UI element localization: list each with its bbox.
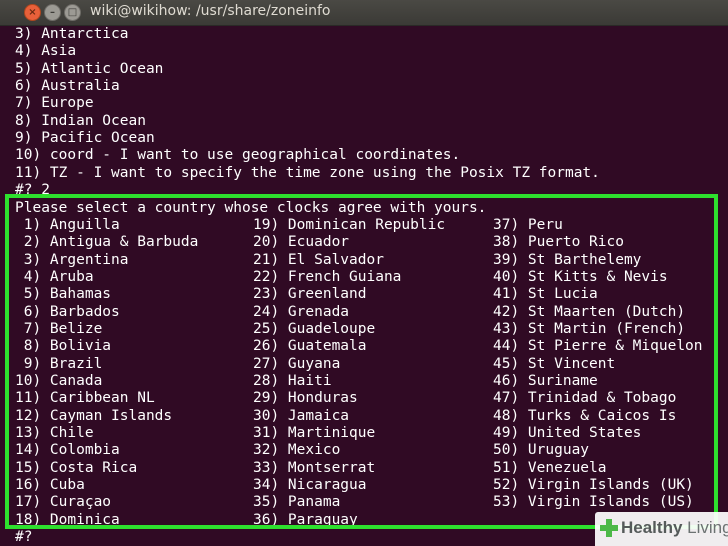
country-option: 20) Ecuador <box>253 234 350 251</box>
country-option: 48) Turks & Caicos Is <box>493 407 677 424</box>
country-option: 17) Curaçao <box>15 494 112 511</box>
output-line: 4) Asia <box>15 43 77 60</box>
output-line: 8) Indian Ocean <box>15 112 146 129</box>
country-option: 2) Antigua & Barbuda <box>15 234 199 251</box>
country-option: 34) Nicaragua <box>253 477 367 494</box>
watermark-logo: Healthy Living <box>595 512 728 546</box>
output-line: 3) Antarctica <box>15 26 129 42</box>
country-option: 26) Guatemala <box>253 338 367 355</box>
country-option: 49) United States <box>493 425 642 442</box>
output-line: 10) coord - I want to use geographical c… <box>15 147 461 164</box>
country-option: 5) Bahamas <box>15 286 112 303</box>
country-option: 42) St Maarten (Dutch) <box>493 303 686 320</box>
close-window-button[interactable]: × <box>24 4 41 21</box>
country-option: 4) Aruba <box>15 268 94 285</box>
country-option: 8) Bolivia <box>15 338 112 355</box>
maximize-icon: □ <box>67 7 78 18</box>
country-option: 10) Canada <box>15 373 103 389</box>
country-option: 12) Cayman Islands <box>15 407 173 424</box>
watermark-brand-bold: Healthy <box>621 518 683 537</box>
country-option: 21) El Salvador <box>253 251 384 268</box>
watermark-text: Healthy Living <box>621 518 728 538</box>
country-option: 52) Virgin Islands (UK) <box>493 477 694 494</box>
country-option: 14) Colombia <box>15 442 120 459</box>
output-line: #? 2 <box>15 182 50 199</box>
minimize-window-button[interactable]: – <box>44 4 61 21</box>
country-option: 44) St Pierre & Miquelon <box>493 338 703 355</box>
country-option: 23) Greenland <box>253 286 367 303</box>
country-prompt-header: Please select a country whose clocks agr… <box>15 199 487 216</box>
country-option: 35) Panama <box>253 494 341 511</box>
country-option: 47) Trinidad & Tobago <box>493 390 677 407</box>
window-title: wiki@wikihow: /usr/share/zoneinfo <box>90 3 331 19</box>
watermark-brand-light: Living <box>682 518 728 537</box>
country-option: 37) Peru <box>493 216 563 233</box>
output-line: 5) Atlantic Ocean <box>15 60 164 77</box>
country-option: 50) Uruguay <box>493 442 590 459</box>
country-option: 25) Guadeloupe <box>253 320 376 337</box>
country-option: 22) French Guiana <box>253 268 402 285</box>
country-option: 15) Costa Rica <box>15 459 138 476</box>
terminal-output[interactable]: 3) Antarctica 4) Asia 5) Atlantic Ocean 6) … <box>0 26 728 546</box>
country-option: 7) Belize <box>15 320 103 337</box>
country-option: 36) Paraguay <box>253 511 358 528</box>
country-option: 30) Jamaica <box>253 407 350 424</box>
country-option: 39) St Barthelemy <box>493 251 642 268</box>
country-option: 31) Martinique <box>253 425 376 442</box>
country-option: 40) St Kitts & Nevis <box>493 268 668 285</box>
country-option: 43) St Martin (French) <box>493 320 686 337</box>
country-option: 18) Dominica <box>15 511 120 528</box>
input-prompt[interactable]: #? <box>15 529 41 546</box>
country-option: 3) Argentina <box>15 251 129 268</box>
country-option: 53) Virgin Islands (US) <box>493 494 694 511</box>
plus-icon <box>600 519 618 537</box>
maximize-window-button[interactable]: □ <box>64 4 81 21</box>
output-line: 9) Pacific Ocean <box>15 130 155 147</box>
country-option: 1) Anguilla <box>15 216 120 233</box>
output-line: 11) TZ - I want to specify the time zone… <box>15 164 600 181</box>
country-option: 45) St Vincent <box>493 355 616 372</box>
country-option: 38) Puerto Rico <box>493 234 624 251</box>
country-option: 11) Caribbean NL <box>15 390 155 407</box>
minimize-icon: – <box>50 7 55 18</box>
country-option: 27) Guyana <box>253 355 341 372</box>
country-option: 24) Grenada <box>253 303 350 320</box>
country-option: 29) Honduras <box>253 390 358 407</box>
country-option: 9) Brazil <box>15 355 103 372</box>
title-bar[interactable]: × – □ wiki@wikihow: /usr/share/zoneinfo <box>0 0 728 26</box>
country-option: 33) Montserrat <box>253 459 376 476</box>
country-option: 28) Haiti <box>253 373 332 389</box>
country-option: 41) St Lucia <box>493 286 598 303</box>
country-option: 19) Dominican Republic <box>253 216 446 233</box>
country-option: 6) Barbados <box>15 303 120 320</box>
close-icon: × <box>28 7 37 18</box>
country-option: 16) Cuba <box>15 477 85 494</box>
country-option: 32) Mexico <box>253 442 341 459</box>
country-option: 46) Suriname <box>493 373 598 389</box>
country-option: 51) Venezuela <box>493 459 607 476</box>
output-line: 6) Australia <box>15 78 120 95</box>
terminal-window: × – □ wiki@wikihow: /usr/share/zoneinfo … <box>0 0 728 546</box>
country-option: 13) Chile <box>15 425 94 442</box>
output-line: 7) Europe <box>15 95 94 112</box>
